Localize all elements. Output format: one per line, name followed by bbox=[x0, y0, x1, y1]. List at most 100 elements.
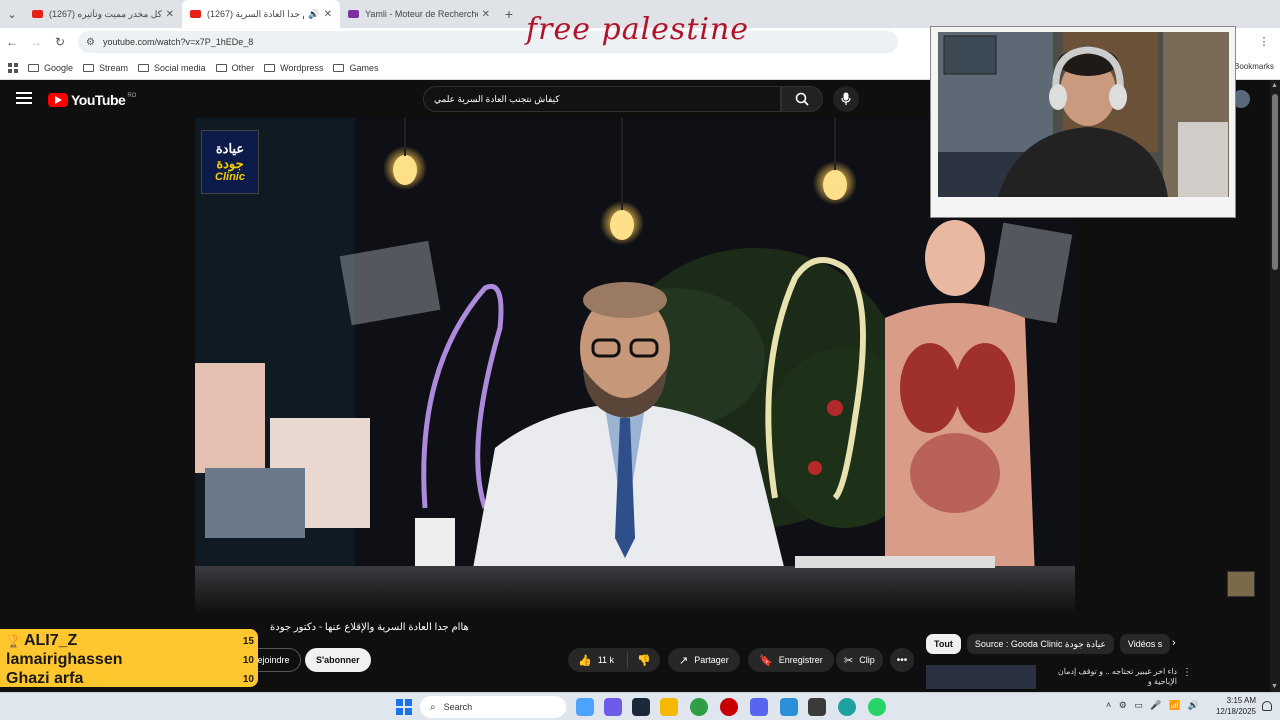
share-label: Partager bbox=[694, 655, 729, 665]
bookmark-label: Other bbox=[231, 62, 255, 73]
search-input[interactable]: كيفاش نتجنب العادة السرية علمي bbox=[423, 86, 781, 112]
recommended-title[interactable]: داء اخر غيبير تحتاجه .. و توقف إدمان الإ… bbox=[1042, 667, 1177, 687]
teams-icon[interactable] bbox=[604, 698, 622, 716]
folder-icon bbox=[215, 63, 227, 72]
dislike-button[interactable]: 👎 bbox=[628, 654, 660, 667]
scroll-up-icon[interactable]: ▲ bbox=[1271, 82, 1278, 89]
recommended-thumbnail[interactable] bbox=[926, 665, 1036, 689]
like-count: 11 k bbox=[597, 655, 615, 665]
browser-menu-icon[interactable]: ⋮ bbox=[1252, 35, 1276, 48]
forward-icon[interactable]: → bbox=[24, 35, 48, 49]
bookmark-label: Games bbox=[349, 62, 379, 73]
tab-3[interactable]: Yamli - Moteur de Recherche A ✕ bbox=[340, 0, 498, 28]
share-icon: ↗ bbox=[679, 654, 689, 667]
clock[interactable]: 3:15 AM 12/18/2025 bbox=[1206, 695, 1256, 717]
tab-title: (1267) هاام جدا العادة السرية bbox=[207, 8, 304, 19]
share-button[interactable]: ↗ Partager bbox=[668, 648, 740, 672]
leaderboard-row: Ghazi arfa 10 bbox=[6, 670, 254, 688]
floating-thumbnail bbox=[1227, 571, 1255, 597]
logo-line-1: عيادة bbox=[215, 141, 245, 156]
url-text: youtube.com/watch?v=x7P_1hEDe_8 bbox=[102, 37, 254, 47]
clip-button[interactable]: ✂ Clip bbox=[836, 648, 883, 672]
youtube-logo[interactable]: YouTube RO bbox=[48, 92, 136, 108]
save-button[interactable]: 🔖 Enregistrer bbox=[748, 648, 834, 672]
new-tab-icon[interactable]: + bbox=[498, 6, 520, 22]
search-button[interactable] bbox=[781, 86, 823, 112]
youtube-play-icon bbox=[48, 93, 68, 107]
apps-grid-icon[interactable] bbox=[8, 62, 18, 73]
close-tab-icon[interactable]: ✕ bbox=[166, 9, 174, 20]
bookmark-games[interactable]: Games bbox=[333, 63, 378, 73]
logo-text: YouTube bbox=[71, 92, 126, 108]
leaderboard-score: 10 bbox=[242, 673, 254, 685]
scissors-icon: ✂ bbox=[844, 654, 854, 667]
logo-line-3: Clinic bbox=[215, 171, 245, 183]
speaker-icon[interactable]: 🔊 bbox=[308, 9, 319, 20]
bookmark-wordpress[interactable]: Wordpress bbox=[264, 63, 323, 73]
folder-icon bbox=[264, 63, 276, 72]
hamburger-menu-icon[interactable] bbox=[16, 92, 32, 104]
tab-title: (1267) شرح كل مخدر مميت وتأثيره bbox=[49, 8, 162, 19]
voice-search-button[interactable] bbox=[833, 86, 859, 112]
discord-icon[interactable] bbox=[750, 698, 768, 716]
tab-search-icon[interactable]: ⌄ bbox=[0, 0, 24, 28]
more-vert-icon[interactable]: ⋮ bbox=[1182, 667, 1192, 678]
chip-videos[interactable]: Vidéos s bbox=[1119, 634, 1171, 654]
leaderboard-row: lamairighassen 10 bbox=[6, 651, 254, 669]
tab-1[interactable]: (1267) شرح كل مخدر مميت وتأثيره ✕ bbox=[24, 0, 182, 28]
notification-bell-icon[interactable] bbox=[1262, 701, 1272, 711]
reload-icon[interactable]: ↻ bbox=[48, 35, 72, 49]
close-tab-icon[interactable]: ✕ bbox=[324, 9, 332, 20]
obs-icon[interactable] bbox=[808, 698, 826, 716]
more-actions-icon[interactable]: ••• bbox=[890, 648, 914, 672]
all-bookmarks[interactable]: Bookmarks bbox=[1234, 62, 1274, 71]
logo-line-2: جودة bbox=[216, 156, 244, 171]
recommended-video[interactable]: داء اخر غيبير تحتاجه .. و توقف إدمان الإ… bbox=[926, 665, 1196, 689]
bookmark-stream[interactable]: Stream bbox=[83, 63, 128, 73]
edge-icon[interactable] bbox=[838, 698, 856, 716]
like-button[interactable]: 👍 11 k bbox=[568, 652, 628, 668]
store-icon[interactable] bbox=[780, 698, 798, 716]
system-tray[interactable]: ˄ ⚙ ▭ 🎤 📶 🔊 bbox=[1106, 700, 1199, 711]
tab-2[interactable]: (1267) هاام جدا العادة السرية 🔊 ✕ bbox=[182, 0, 340, 28]
record-icon[interactable] bbox=[720, 698, 738, 716]
close-tab-icon[interactable]: ✕ bbox=[482, 9, 490, 20]
whatsapp-icon[interactable] bbox=[868, 698, 886, 716]
chip-all[interactable]: Tout bbox=[926, 634, 961, 654]
leaderboard-score: 15 bbox=[242, 635, 254, 647]
youtube-favicon-icon bbox=[190, 10, 201, 18]
search-icon bbox=[795, 92, 809, 106]
channel-watermark-logo: عيادة جودة Clinic bbox=[201, 130, 259, 194]
trophy-icon: 🏆 bbox=[6, 634, 21, 648]
chat-leaderboard: 🏆 ALI7_Z 15 lamairighassen 10 Ghazi arfa… bbox=[0, 629, 258, 687]
thumbs-down-icon: 👎 bbox=[637, 654, 651, 667]
clip-label: Clip bbox=[859, 655, 875, 665]
steam-icon[interactable] bbox=[632, 698, 650, 716]
copilot-icon[interactable] bbox=[576, 698, 594, 716]
like-dislike-group: 👍 11 k 👎 bbox=[568, 648, 660, 672]
webcam-overlay bbox=[930, 26, 1236, 218]
scrollbar-thumb[interactable] bbox=[1272, 94, 1278, 270]
chip-source[interactable]: Source : Gooda Clinic عيادة جودة bbox=[966, 634, 1114, 654]
taskbar: ⌕ Search ˄ ⚙ ▭ 🎤 📶 🔊 3:15 AM 12/18/2025 bbox=[0, 692, 1280, 720]
bookmark-other[interactable]: Other bbox=[215, 62, 255, 73]
taskbar-search[interactable]: ⌕ Search bbox=[420, 696, 566, 718]
overlay-title: free palestine bbox=[526, 12, 750, 47]
scroll-down-icon[interactable]: ▼ bbox=[1271, 683, 1278, 690]
bookmark-icon: 🔖 bbox=[759, 654, 773, 667]
windows-start-icon[interactable] bbox=[396, 699, 412, 715]
back-icon[interactable]: ← bbox=[0, 35, 24, 49]
subscribe-button[interactable]: S'abonner bbox=[305, 648, 371, 672]
chrome-icon[interactable] bbox=[690, 698, 708, 716]
bookmark-google[interactable]: Google bbox=[28, 63, 73, 73]
clock-date: 12/18/2025 bbox=[1215, 707, 1256, 716]
webcam-feed bbox=[938, 32, 1229, 197]
scrollbar[interactable]: ▲ ▼ bbox=[1270, 80, 1280, 692]
url-field[interactable]: ⚙ youtube.com/watch?v=x7P_1hEDe_8 bbox=[78, 31, 898, 53]
bookmark-social-media[interactable]: Social media bbox=[138, 63, 206, 73]
clock-time: 3:15 AM bbox=[1226, 696, 1256, 705]
video-title: هاام جدا العادة السرية والإقلاع عنها - د… bbox=[270, 622, 469, 633]
chevron-right-icon[interactable]: › bbox=[1172, 637, 1176, 649]
file-explorer-icon[interactable] bbox=[660, 698, 678, 716]
site-info-icon[interactable]: ⚙ bbox=[86, 37, 95, 48]
